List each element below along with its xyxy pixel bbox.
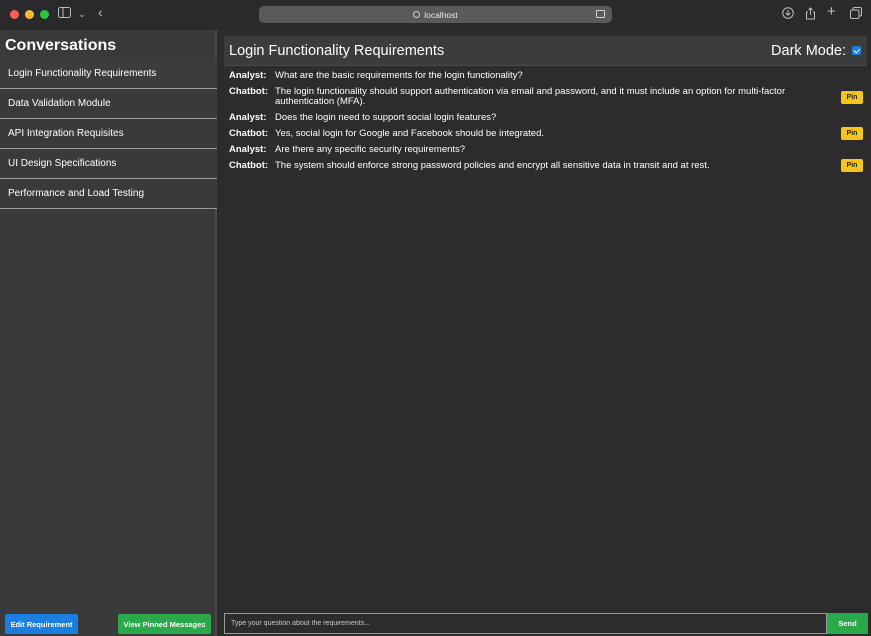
- close-window-button[interactable]: [10, 10, 19, 19]
- message-author: Chatbot:: [229, 86, 269, 97]
- conversation-item-data-validation[interactable]: Data Validation Module: [0, 89, 217, 119]
- send-button[interactable]: Send: [827, 613, 868, 634]
- message-author: Analyst:: [229, 144, 267, 155]
- conversation-label: Data Validation Module: [8, 98, 111, 109]
- message-text: The login functionality should support a…: [275, 86, 786, 107]
- browser-toolbar: ⌄ ‹ localhost +: [0, 0, 871, 30]
- message-row: Analyst: What are the basic requirements…: [229, 71, 863, 81]
- tabs-overview-icon[interactable]: [850, 7, 862, 22]
- chevron-down-icon[interactable]: ⌄: [78, 7, 86, 21]
- message-row: Chatbot: The login functionality should …: [229, 87, 863, 107]
- message-text: What are the basic requirements for the …: [275, 70, 523, 81]
- sidebar-title: Conversations: [5, 37, 117, 54]
- minimize-window-button[interactable]: [25, 10, 34, 19]
- message-author: Chatbot:: [229, 160, 269, 171]
- conversations-sidebar: Conversations Login Functionality Requir…: [0, 30, 217, 636]
- message-author: Chatbot:: [229, 128, 269, 139]
- message-text: Yes, social login for Google and Faceboo…: [275, 128, 544, 139]
- edit-requirement-button[interactable]: Edit Requirement: [5, 614, 78, 634]
- conversation-label: Performance and Load Testing: [8, 188, 145, 199]
- conversation-list: Login Functionality Requirements Data Va…: [0, 59, 217, 209]
- conversation-item-api-integration[interactable]: API Integration Requisites: [0, 119, 217, 149]
- message-row: Analyst: Does the login need to support …: [229, 113, 863, 123]
- pin-button[interactable]: Pin: [841, 127, 863, 140]
- dark-mode-label: Dark Mode:: [771, 43, 846, 59]
- download-icon[interactable]: [782, 7, 794, 22]
- conversation-label: UI Design Specifications: [8, 158, 117, 169]
- dark-mode-checkbox[interactable]: [852, 46, 861, 55]
- reader-icon[interactable]: [596, 10, 605, 18]
- message-author: Analyst:: [229, 70, 267, 81]
- conversation-item-login[interactable]: Login Functionality Requirements: [0, 59, 217, 89]
- url-text: localhost: [424, 9, 458, 20]
- chat-main: Login Functionality Requirements Dark Mo…: [219, 30, 871, 636]
- message-text: The system should enforce strong passwor…: [275, 160, 710, 171]
- message-row: Chatbot: Yes, social login for Google an…: [229, 127, 863, 140]
- conversation-label: API Integration Requisites: [8, 128, 124, 139]
- conversation-label: Login Functionality Requirements: [8, 68, 157, 79]
- message-text: Does the login need to support social lo…: [275, 112, 497, 123]
- message-row: Chatbot: The system should enforce stron…: [229, 159, 863, 172]
- conversation-item-ui-design[interactable]: UI Design Specifications: [0, 149, 217, 179]
- window-controls: [10, 10, 49, 19]
- address-bar[interactable]: localhost: [259, 6, 612, 23]
- conversation-item-performance[interactable]: Performance and Load Testing: [0, 179, 217, 209]
- view-pinned-messages-button[interactable]: View Pinned Messages: [118, 614, 211, 634]
- back-arrow-icon[interactable]: ‹: [98, 5, 103, 19]
- share-icon[interactable]: [805, 7, 816, 23]
- page-title: Login Functionality Requirements: [229, 43, 445, 59]
- pin-button[interactable]: Pin: [841, 91, 863, 104]
- message-row: Analyst: Are there any specific security…: [229, 145, 863, 155]
- globe-icon: [413, 11, 421, 18]
- message-list: Analyst: What are the basic requirements…: [229, 71, 863, 177]
- question-input[interactable]: [224, 613, 827, 634]
- chat-header: Login Functionality Requirements Dark Mo…: [224, 36, 867, 66]
- new-tab-icon[interactable]: +: [827, 4, 836, 19]
- question-input-row: Send: [224, 613, 868, 634]
- message-author: Analyst:: [229, 112, 267, 123]
- zoom-window-button[interactable]: [40, 10, 49, 19]
- message-text: Are there any specific security requirem…: [275, 144, 466, 155]
- sidebar-toggle-icon[interactable]: [58, 7, 71, 21]
- pin-button[interactable]: Pin: [841, 159, 863, 172]
